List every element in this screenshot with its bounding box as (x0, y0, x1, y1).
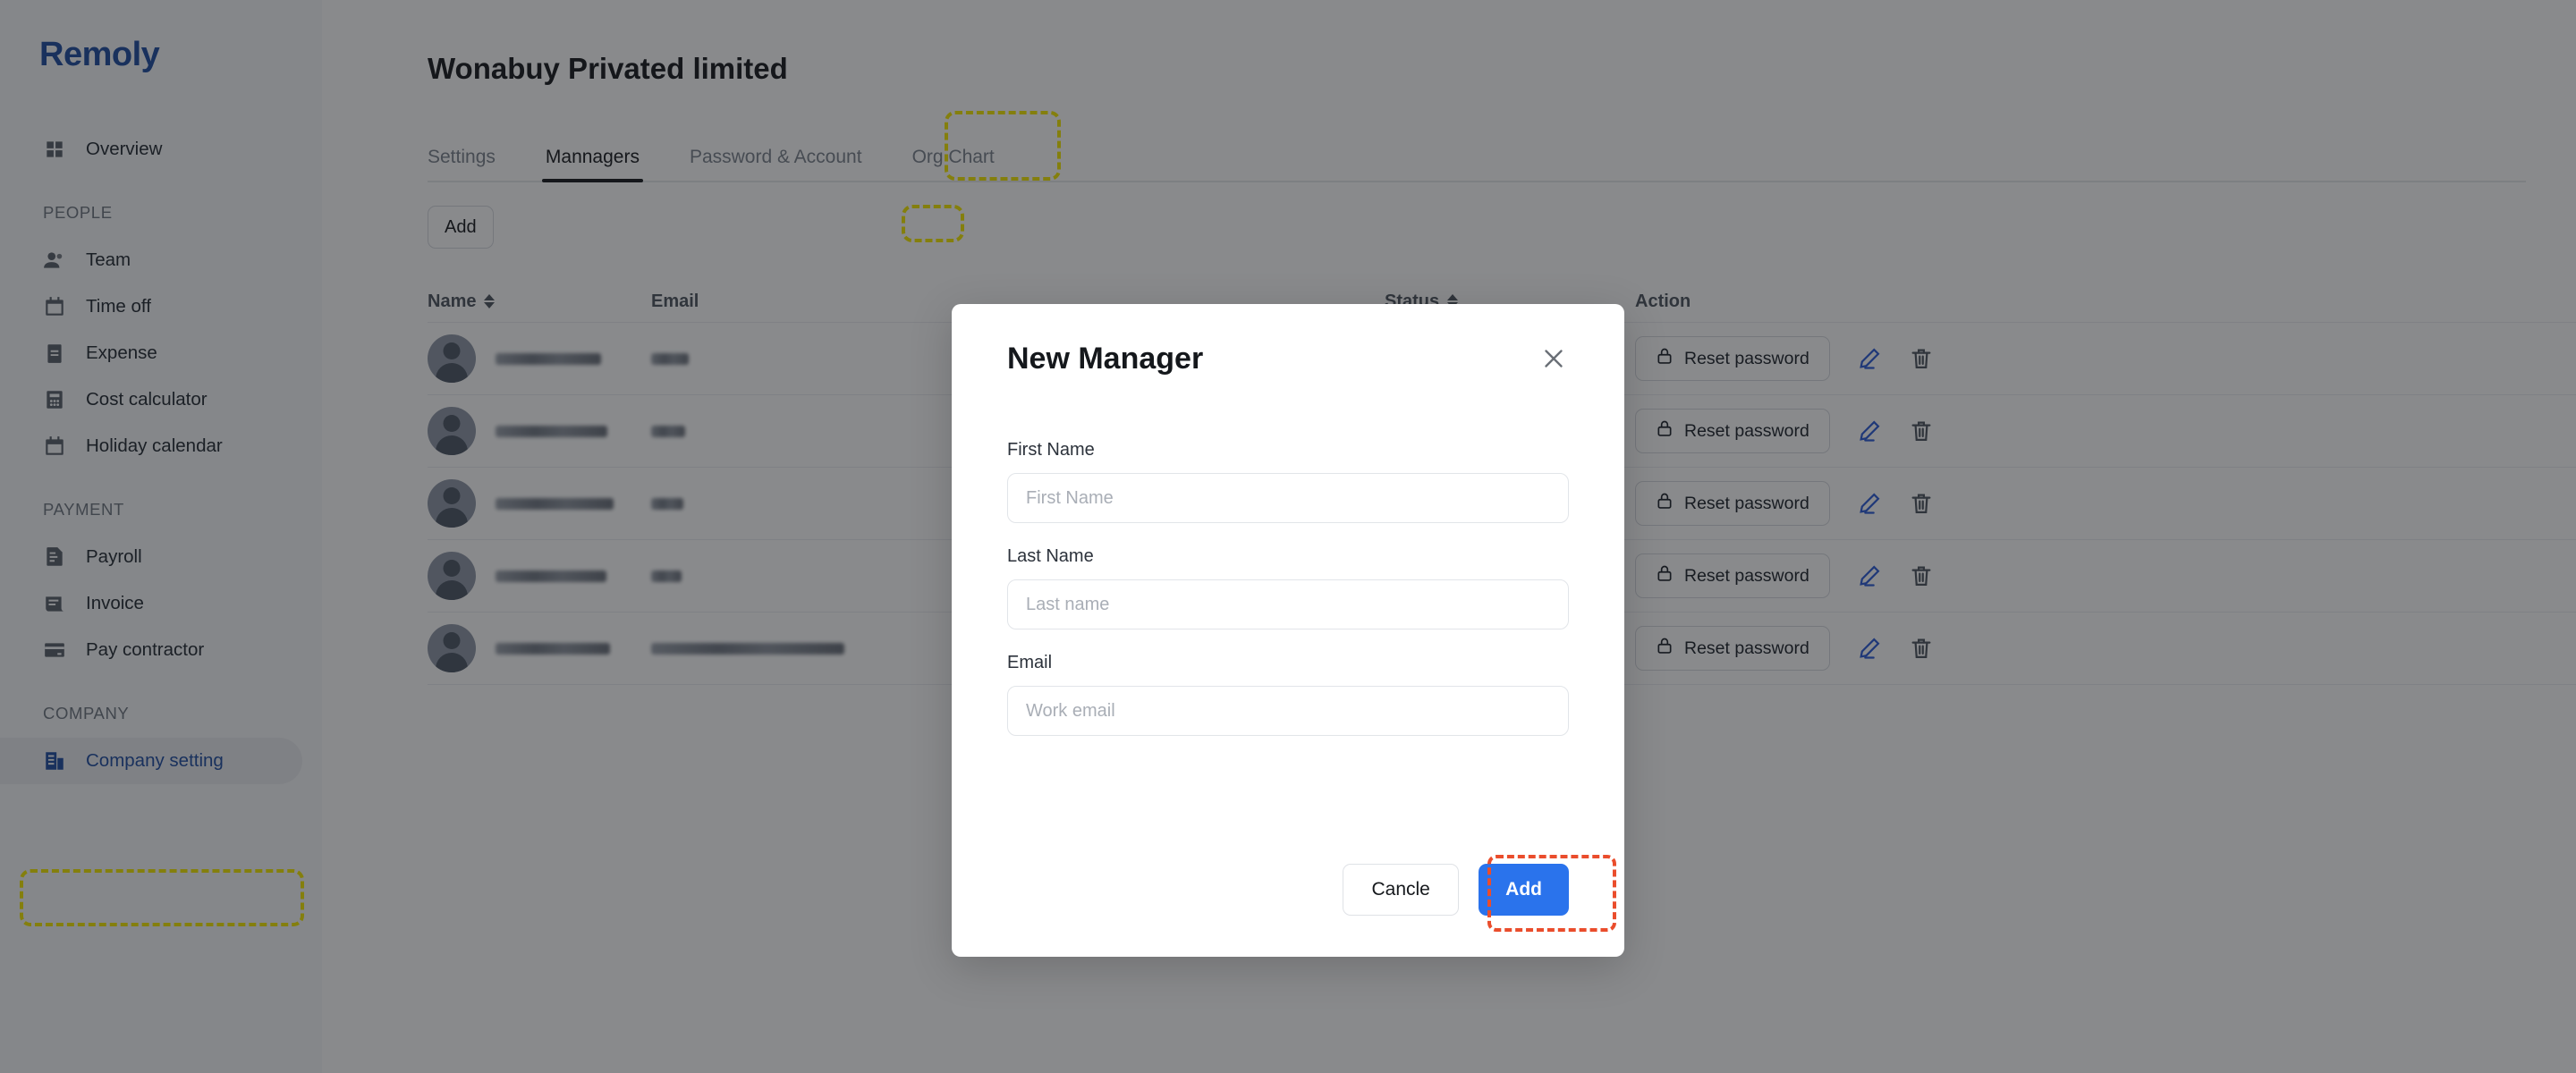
first-name-input[interactable] (1007, 473, 1569, 523)
close-icon[interactable] (1538, 343, 1569, 374)
field-label: First Name (1007, 440, 1095, 460)
cancel-button[interactable]: Cancle (1343, 864, 1460, 916)
modal-footer: Cancle Add (1343, 864, 1569, 916)
new-manager-modal: New Manager First Name Last Name Email C… (952, 304, 1624, 957)
last-name-input[interactable] (1007, 579, 1569, 629)
field-label: Email (1007, 653, 1053, 672)
modal-title: New Manager (1007, 342, 1204, 376)
app-root: Remoly Overview PEOPLE Team Time off Exp… (0, 0, 2576, 1073)
modal-header: New Manager (1007, 343, 1569, 390)
field-label: Last Name (1007, 546, 1094, 566)
submit-add-button[interactable]: Add (1479, 864, 1569, 916)
email-input[interactable] (1007, 686, 1569, 736)
field-email: Email (1007, 653, 1569, 736)
field-first-name: First Name (1007, 440, 1569, 523)
field-last-name: Last Name (1007, 546, 1569, 629)
modal-form: First Name Last Name Email (1007, 440, 1569, 736)
